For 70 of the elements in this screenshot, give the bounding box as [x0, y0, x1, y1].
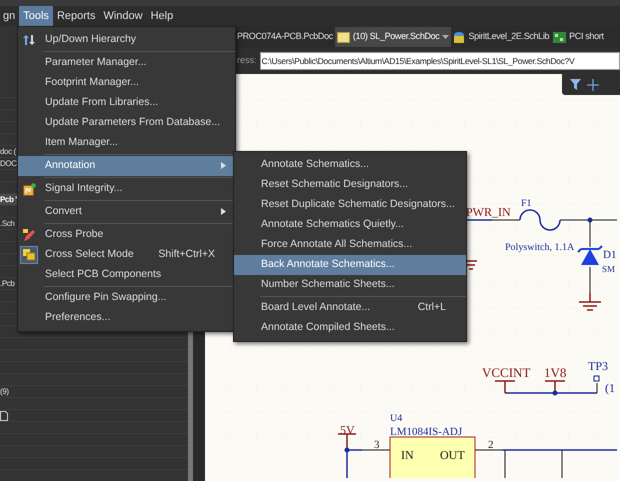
- menu-item[interactable]: Annotate Compiled Sheets...: [234, 318, 466, 338]
- dropdown-caret-icon: [442, 35, 450, 39]
- project-file-text[interactable]: DOC: [0, 158, 17, 170]
- menu-item[interactable]: Preferences...: [18, 308, 235, 328]
- net-label: Polyswitch, 1.1A: [505, 242, 574, 253]
- menu-item[interactable]: Parameter Manager...: [18, 53, 235, 73]
- document-icon: [336, 32, 350, 42]
- net-label: PWR_IN: [466, 205, 511, 219]
- menu-bar-item[interactable]: Help: [146, 6, 178, 26]
- hierarchy-arrows-icon: [23, 34, 35, 46]
- menu-bar-item[interactable]: Tools: [19, 6, 53, 26]
- project-file-text[interactable]: Pcb ': [0, 194, 17, 206]
- menu-item[interactable]: Force Annotate All Schematics...: [234, 235, 466, 255]
- signal-integrity-icon: [22, 182, 36, 196]
- menu-item[interactable]: Reset Schematic Designators...: [234, 175, 466, 195]
- address-field[interactable]: C:\Users\Public\Documents\Altium\AD15\Examples\SpiritLevel-SL1\SL_Power.SchDoc?V: [260, 52, 620, 70]
- menu-item[interactable]: Annotate Schematics...: [234, 155, 466, 175]
- project-file-text[interactable]: (9): [0, 386, 9, 398]
- shortcut-text: Ctrl+L: [418, 300, 446, 316]
- address-label: ress:: [237, 54, 257, 68]
- filter-icon[interactable]: [570, 79, 581, 90]
- net-label: SM: [602, 264, 616, 274]
- net-label: 3: [374, 439, 380, 451]
- menu-item[interactable]: Configure Pin Swapping...: [18, 288, 235, 308]
- shortcut-text: Shift+Ctrl+X: [158, 247, 215, 262]
- document-tab[interactable]: PCI short: [551, 27, 606, 47]
- menu-bar-item[interactable]: gn: [0, 6, 20, 26]
- net-label: D1: [603, 249, 616, 261]
- menu-item[interactable]: Select PCB Components: [18, 265, 235, 285]
- net-label: 2: [488, 439, 494, 451]
- submenu-arrow-icon: [221, 162, 226, 169]
- document-tab[interactable]: PROC074A-PCB.PcbDoc: [235, 27, 335, 47]
- menu-item[interactable]: Number Schematic Sheets...: [234, 275, 466, 295]
- document-icon: [0, 410, 8, 420]
- add-icon[interactable]: [587, 78, 599, 90]
- menu-item[interactable]: Annotation: [18, 156, 235, 176]
- library-icon: [453, 30, 466, 44]
- menu-item[interactable]: Annotate Schematics Quietly...: [234, 215, 466, 235]
- menu-item[interactable]: Convert: [18, 202, 235, 222]
- select-boxes-icon: [23, 249, 35, 261]
- menu-item[interactable]: Update Parameters From Database...: [18, 113, 235, 133]
- menu-item[interactable]: Update From Libraries...: [18, 93, 235, 113]
- menu-item[interactable]: Back Annotate Schematics...: [234, 255, 466, 275]
- project-file-text[interactable]: .Pcb: [0, 278, 14, 290]
- net-label: LM1084IS-ADJ: [390, 426, 462, 438]
- project-file-text[interactable]: .Sch: [0, 218, 14, 230]
- menu-item[interactable]: Board Level Annotate... Ctrl+L: [234, 298, 466, 318]
- net-label: U4: [390, 413, 402, 424]
- menu-item[interactable]: Signal Integrity...: [18, 179, 235, 199]
- probe-pencil-icon: [23, 228, 35, 242]
- net-label: VCCINT: [482, 365, 530, 380]
- net-label: F1: [521, 198, 532, 209]
- menu-item[interactable]: Cross Select Mode Shift+Ctrl+X: [18, 245, 235, 265]
- menu-item[interactable]: Cross Probe: [18, 225, 235, 245]
- net-label: OUT: [440, 448, 465, 462]
- menu-item[interactable]: Footprint Manager...: [18, 73, 235, 93]
- project-file-text[interactable]: doc (: [0, 146, 16, 158]
- board-icon: [553, 32, 566, 42]
- menu-item[interactable]: Up/Down Hierarchy: [18, 30, 235, 50]
- net-label: (1: [605, 381, 615, 395]
- menu-item[interactable]: Item Manager...: [18, 133, 235, 153]
- document-tab[interactable]: SpiritLevel_2E.SchLib: [451, 27, 552, 47]
- menu-item[interactable]: Reset Duplicate Schematic Designators...: [234, 195, 466, 215]
- submenu-arrow-icon: [221, 208, 226, 215]
- net-label: 1V8: [544, 365, 566, 380]
- document-tab[interactable]: (10) SL_Power.SchDoc: [334, 27, 452, 47]
- menu-bar-item[interactable]: Reports: [52, 6, 100, 26]
- net-label: TP3: [588, 359, 608, 373]
- net-label: IN: [401, 448, 414, 462]
- menu-bar-item[interactable]: Window: [99, 6, 147, 26]
